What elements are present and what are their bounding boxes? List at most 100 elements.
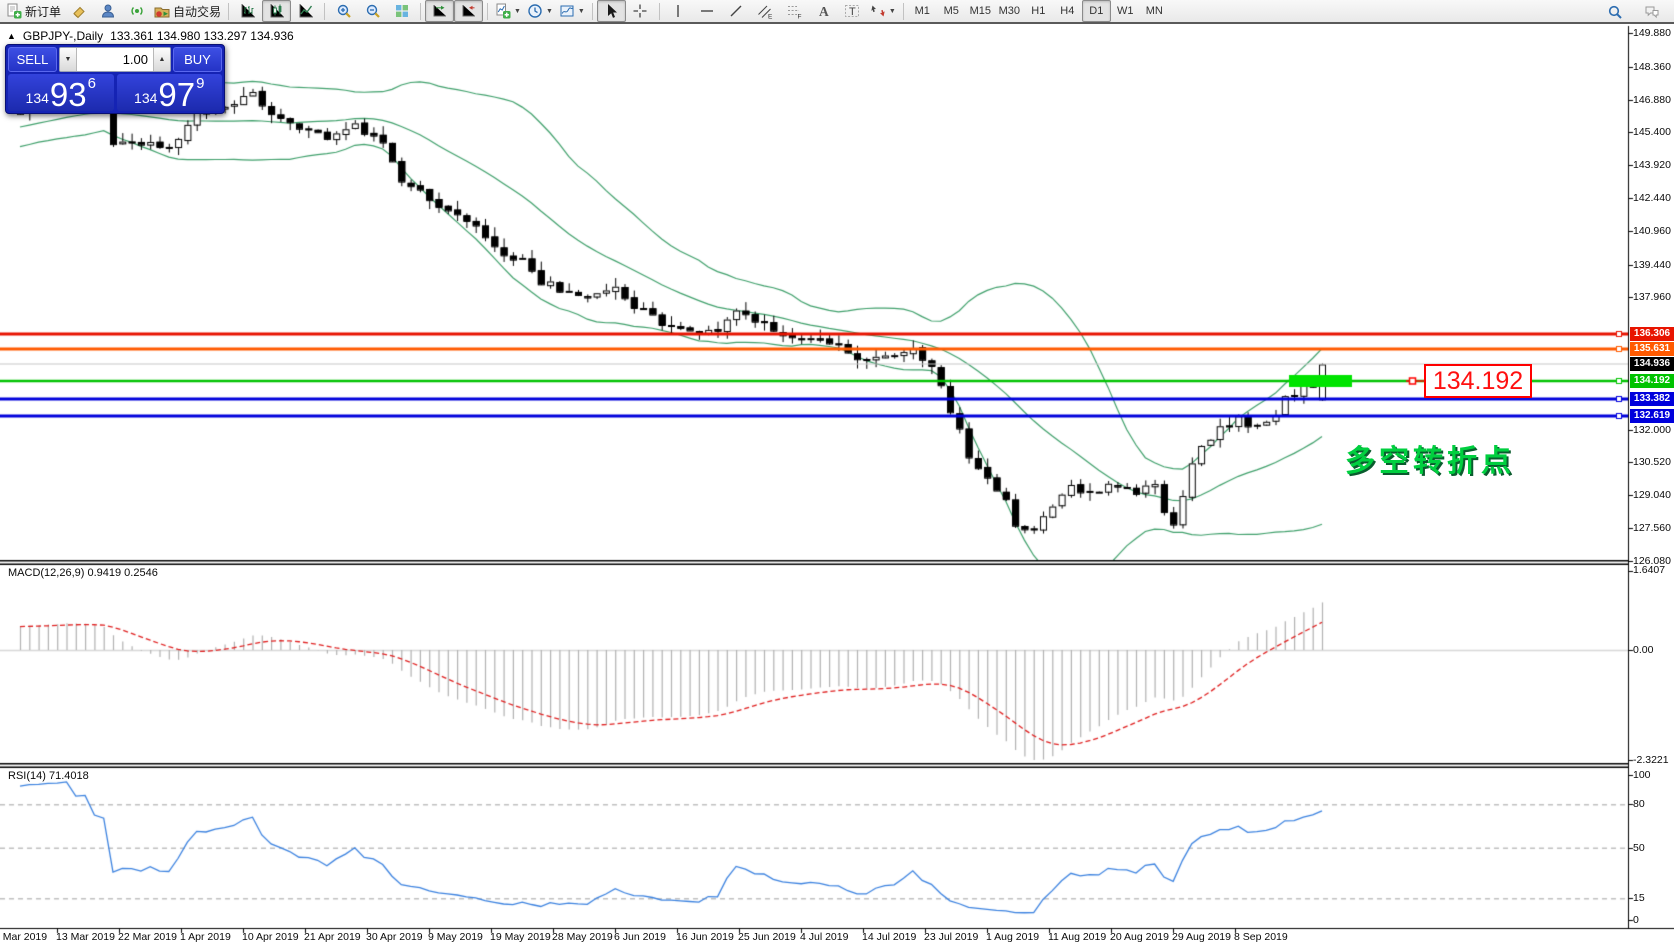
- buy-price-big: 97: [158, 76, 196, 113]
- price-tick-label: 142.440: [1633, 191, 1671, 204]
- channel-button[interactable]: E: [751, 0, 780, 22]
- level-price-tag: 135.631: [1630, 342, 1674, 356]
- macd-indicator-label: MACD(12,26,9) 0.9419 0.2546: [8, 567, 158, 579]
- zoom-in-button[interactable]: [329, 0, 358, 22]
- date-tick-label: 28 May 2019: [552, 931, 613, 943]
- sell-price-sup: 6: [87, 75, 96, 92]
- trendline-button[interactable]: [722, 0, 751, 22]
- auto-scroll-button[interactable]: [425, 0, 455, 22]
- tf-d1[interactable]: D1: [1081, 0, 1111, 22]
- vline-button[interactable]: [664, 0, 693, 22]
- bar-chart-icon: [241, 4, 255, 18]
- date-tick-label: 6 Jun 2019: [614, 931, 666, 943]
- label-button[interactable]: T: [838, 0, 867, 22]
- price-tick-label: 127.560: [1633, 521, 1671, 534]
- sell-button[interactable]: SELL: [8, 47, 57, 72]
- hline-icon: [701, 10, 714, 12]
- periods-button[interactable]: ▼: [524, 0, 556, 22]
- date-tick-label: 30 Apr 2019: [366, 931, 423, 943]
- tf-m5-label: M5: [943, 5, 959, 17]
- candlestick-button[interactable]: [262, 0, 292, 22]
- indicators-button[interactable]: ▼: [492, 0, 524, 22]
- sell-price-big: 93: [49, 76, 87, 113]
- symbol-search-button[interactable]: [1600, 1, 1629, 23]
- chart-shift-button[interactable]: [454, 0, 484, 22]
- styler-button[interactable]: [64, 0, 93, 22]
- tf-w1[interactable]: W1: [1111, 0, 1140, 22]
- toolbar-separator: [487, 2, 489, 20]
- ohlc-values: 133.361 134.980 133.297 134.936: [110, 29, 294, 43]
- tf-m15[interactable]: M15: [966, 0, 995, 22]
- new-order-button[interactable]: 新订单: [3, 0, 64, 22]
- date-tick-label: 14 Jul 2019: [862, 931, 917, 943]
- text-button[interactable]: A: [809, 0, 838, 22]
- profile-button[interactable]: [93, 0, 122, 22]
- price-tick-label: 146.880: [1633, 93, 1671, 106]
- search-icon: [1608, 5, 1622, 19]
- price-tick-label: 148.360: [1633, 60, 1671, 73]
- candlestick-icon: [270, 4, 284, 18]
- arrows-button[interactable]: ▼: [867, 0, 899, 22]
- volume-decrease-button[interactable]: ▼: [60, 48, 77, 71]
- date-tick-label: 23 Jul 2019: [924, 931, 979, 943]
- autotrading-button-label: 自动交易: [173, 4, 222, 19]
- fibo-icon: F: [788, 6, 802, 19]
- indicators-icon: [496, 3, 511, 19]
- chat-button[interactable]: [1637, 1, 1666, 23]
- fibonacci-button[interactable]: F: [780, 0, 809, 22]
- svg-text:A: A: [819, 4, 829, 19]
- rsi-scale-label: 80: [1633, 798, 1645, 811]
- tf-h1[interactable]: H1: [1024, 0, 1053, 22]
- price-annotation-box[interactable]: 134.192: [1424, 364, 1532, 398]
- date-tick-label: 9 May 2019: [428, 931, 483, 943]
- signals-button[interactable]: [122, 0, 151, 22]
- template-icon: [560, 5, 574, 17]
- hline-button[interactable]: [693, 0, 722, 22]
- one-click-trade-panel: SELL ▼ ▲ BUY 134936 134979: [5, 44, 225, 114]
- autotrading-button[interactable]: 自动交易: [151, 0, 224, 22]
- collapse-panel-icon[interactable]: ▲: [7, 31, 16, 41]
- buy-price-display[interactable]: 134 97 9: [116, 74, 222, 113]
- auto-scroll-icon: [433, 5, 446, 17]
- buy-button[interactable]: BUY: [173, 47, 222, 72]
- date-tick-label: 29 Aug 2019: [1172, 931, 1231, 943]
- tf-m1[interactable]: M1: [908, 0, 937, 22]
- sell-price-display[interactable]: 134 93 6: [8, 74, 114, 111]
- eraser-icon: [72, 6, 85, 19]
- price-tick-label: 145.400: [1633, 126, 1671, 139]
- tf-m5[interactable]: M5: [937, 0, 966, 22]
- macd-scale-label: 0.00: [1633, 644, 1654, 656]
- date-tick-label: 22 Mar 2019: [118, 931, 177, 943]
- volume-input[interactable]: [77, 48, 153, 71]
- rsi-scale-label: 100: [1633, 769, 1651, 782]
- tf-m30[interactable]: M30: [995, 0, 1024, 22]
- bar-chart-button[interactable]: [233, 0, 262, 22]
- chart-shift-icon: [462, 5, 475, 17]
- toolbar-separator: [420, 2, 422, 20]
- chart-title: ▲ GBPJPY-,Daily 133.361 134.980 133.297 …: [7, 29, 294, 43]
- buy-price-prefix: 134: [134, 90, 158, 106]
- dropdown-arrow-icon: ▼: [888, 7, 896, 15]
- zoom-out-button[interactable]: [358, 0, 387, 22]
- date-tick-label: 4 Mar 2019: [0, 931, 48, 943]
- tile-windows-button[interactable]: [387, 0, 416, 22]
- date-tick-label: 11 Aug 2019: [1048, 931, 1107, 943]
- line-chart-button[interactable]: [291, 0, 320, 22]
- level-price-tag: 133.382: [1630, 391, 1674, 406]
- profile-icon: [101, 4, 114, 18]
- date-tick-label: 8 Sep 2019: [1234, 931, 1288, 943]
- volume-increase-button[interactable]: ▲: [153, 48, 170, 71]
- annotation-cn-text[interactable]: 多空转折点: [1345, 436, 1515, 480]
- tf-mn-label: MN: [1145, 5, 1163, 17]
- macd-scale-label: -2.3221: [1633, 754, 1669, 766]
- tf-mn[interactable]: MN: [1140, 0, 1169, 22]
- date-tick-label: 10 Apr 2019: [242, 931, 299, 943]
- toolbar-separator: [324, 2, 326, 20]
- volume-control: ▼ ▲: [59, 47, 171, 72]
- price-tick-label: 130.520: [1633, 456, 1671, 469]
- templates-button[interactable]: ▼: [556, 0, 588, 22]
- date-tick-label: 25 Jun 2019: [738, 931, 796, 943]
- tf-h4[interactable]: H4: [1053, 0, 1082, 22]
- cursor-button[interactable]: [596, 0, 626, 22]
- crosshair-button[interactable]: [626, 0, 655, 22]
